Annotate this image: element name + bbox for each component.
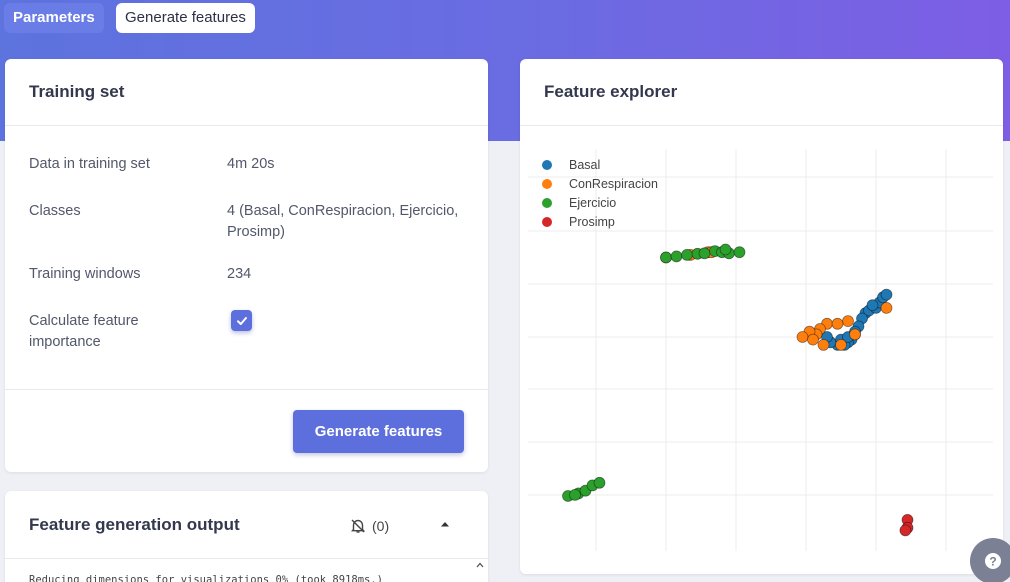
training-set-title: Training set (29, 82, 125, 101)
training-windows-value: 234 (227, 266, 252, 282)
divider (5, 558, 488, 559)
tab-generate-features[interactable]: Generate features (116, 3, 255, 33)
svg-text:?: ? (989, 555, 996, 569)
scatter-point-prosimp[interactable] (899, 524, 912, 537)
scatter-point-conrespiracion[interactable] (796, 331, 809, 343)
scatter-point-conrespiracion[interactable] (842, 315, 854, 328)
notification-toggle[interactable]: (0) (350, 516, 389, 536)
scatter-point-basal[interactable] (880, 288, 893, 301)
training-set-card: Training set Data in training set 4m 20s… (5, 59, 488, 472)
feature-importance-label: Calculate feature importance (29, 313, 139, 350)
help-button[interactable]: ? (970, 538, 1010, 582)
feature-explorer-title: Feature explorer (544, 82, 678, 101)
scatter-point-ejercicio[interactable] (670, 250, 683, 263)
collapse-icon[interactable] (440, 520, 450, 528)
classes-label: Classes (29, 203, 81, 219)
notification-count: (0) (372, 518, 390, 534)
output-card: Feature generation output (0) Reducing d… (5, 491, 488, 582)
output-title: Feature generation output (29, 515, 240, 534)
divider (520, 125, 1003, 126)
scatter-point-ejercicio[interactable] (681, 249, 693, 261)
classes-value: 4 (Basal, ConRespiracion, Ejercicio, Pro… (227, 203, 459, 240)
legend-label: Ejercicio (569, 196, 617, 210)
legend-marker (542, 198, 552, 208)
legend-label: Basal (569, 158, 601, 172)
scatter-point-conrespiracion[interactable] (849, 328, 861, 341)
check-icon (236, 316, 247, 325)
legend-marker (542, 179, 552, 189)
feature-importance-checkbox[interactable] (231, 310, 252, 331)
legend-marker (542, 217, 552, 227)
training-windows-label: Training windows (29, 266, 141, 282)
scatter-point-conrespiracion[interactable] (831, 317, 844, 330)
scatter-point-ejercicio[interactable] (569, 488, 581, 501)
scroll-up-icon[interactable] (476, 562, 484, 568)
data-in-training-set-label: Data in training set (29, 156, 150, 172)
legend: Basal ConRespiracion Ejercicio Prosimp (520, 157, 720, 237)
legend-label: ConRespiracion (569, 177, 658, 191)
scatter-point-conrespiracion[interactable] (835, 338, 847, 351)
tab-parameters[interactable]: Parameters (4, 3, 104, 33)
bell-off-icon (351, 519, 365, 533)
question-icon: ? (985, 553, 1001, 569)
scatter-point-ejercicio[interactable] (660, 251, 672, 264)
scatter-point-conrespiracion[interactable] (807, 333, 819, 346)
scatter-point-ejercicio[interactable] (733, 246, 746, 259)
divider (5, 389, 488, 390)
scatter-point-ejercicio[interactable] (719, 243, 732, 256)
scatter-point-basal[interactable] (866, 299, 879, 312)
data-in-training-set-value: 4m 20s (227, 156, 275, 172)
generate-features-button[interactable]: Generate features (293, 410, 464, 453)
scatter-point-conrespiracion[interactable] (817, 338, 830, 351)
log-output: Reducing dimensions for visualizations 0… (29, 574, 384, 582)
legend-marker (542, 160, 552, 170)
scatter-point-conrespiracion[interactable] (880, 301, 893, 314)
feature-explorer-card: Feature explorer Basal ConRespiracion Ej… (520, 59, 1003, 574)
legend-label: Prosimp (569, 215, 615, 229)
divider (5, 125, 488, 126)
scatter-point-ejercicio[interactable] (698, 247, 711, 260)
scatter-point-ejercicio[interactable] (593, 476, 606, 489)
